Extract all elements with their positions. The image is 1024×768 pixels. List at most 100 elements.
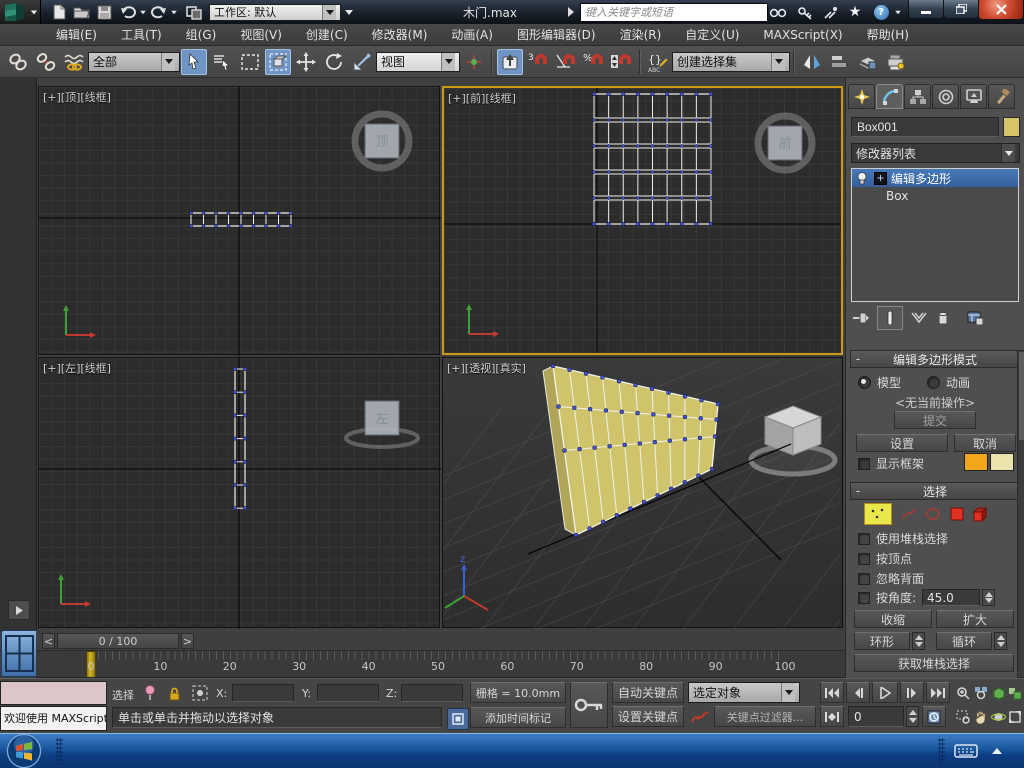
workspace-dropdown[interactable]: 工作区: 默认	[209, 3, 341, 21]
isolate-selection-icon[interactable]	[140, 683, 160, 703]
selection-set-dropdown[interactable]: 选定对象	[688, 682, 800, 703]
selection-set-arrow-icon[interactable]	[781, 683, 795, 702]
stack-item-box[interactable]: Box	[852, 187, 1018, 204]
save-file-button[interactable]	[93, 2, 116, 22]
x-field[interactable]	[232, 684, 294, 702]
workspace-switcher-icon[interactable]	[182, 2, 205, 22]
zoom-icon[interactable]	[954, 682, 971, 703]
percent-snap-icon[interactable]: %	[581, 49, 607, 75]
tab-utilities[interactable]	[988, 84, 1015, 109]
undo-history-arrow-icon[interactable]	[140, 10, 146, 14]
ring-spinner[interactable]	[912, 632, 925, 650]
time-prev-button[interactable]: <	[42, 633, 55, 649]
set-keys-button[interactable]	[570, 682, 608, 728]
search-input[interactable]	[580, 3, 768, 22]
viewport-layout-tabs-button[interactable]	[1, 630, 38, 677]
panel-scrollbar-thumb[interactable]	[1019, 352, 1024, 440]
pin-stack-icon[interactable]	[849, 307, 873, 329]
menu-modifiers[interactable]: 修改器(M)	[360, 24, 440, 46]
zoom-region-icon[interactable]	[954, 706, 971, 727]
panel-scrollbar[interactable]	[1017, 350, 1024, 678]
remove-modifier-icon[interactable]	[931, 307, 955, 329]
align-button[interactable]	[827, 49, 853, 75]
vertex-subobject-button[interactable]	[864, 503, 892, 525]
menu-maxscript[interactable]: MAXScript(X)	[751, 24, 854, 46]
time-slider-handle[interactable]: 0 / 100	[57, 633, 179, 649]
menu-edit[interactable]: 编辑(E)	[44, 24, 109, 46]
transform-gizmo-icon[interactable]	[190, 683, 210, 703]
viewport-left-label[interactable]: [+][左][线框]	[43, 360, 111, 376]
menu-animation[interactable]: 动画(A)	[439, 24, 505, 46]
go-to-end-button[interactable]	[926, 682, 950, 703]
select-object-button[interactable]	[181, 48, 207, 75]
zoom-all-icon[interactable]	[972, 682, 989, 703]
select-by-name-button[interactable]	[209, 49, 235, 75]
search-icon[interactable]	[766, 4, 790, 21]
model-radio[interactable]	[858, 376, 871, 389]
key-shortcuts-icon[interactable]	[794, 4, 816, 21]
show-end-result-icon[interactable]	[877, 306, 903, 330]
select-and-manipulate-icon[interactable]	[461, 49, 487, 75]
viewport-left[interactable]: [+][左][线框] 左	[38, 357, 441, 629]
menu-help[interactable]: 帮助(H)	[855, 24, 921, 46]
visibility-bulb-icon[interactable]	[854, 171, 870, 185]
render-setup-icon[interactable]	[883, 49, 909, 75]
shrink-button[interactable]: 收缩	[854, 610, 932, 628]
by-vertex-checkbox[interactable]	[858, 552, 870, 565]
next-frame-button[interactable]	[900, 682, 924, 703]
maxscript-mini-listener-pink[interactable]	[0, 681, 107, 705]
viewport-top[interactable]: [+][顶][线框] 顶	[38, 86, 441, 356]
y-field[interactable]	[317, 684, 379, 702]
language-keyboard-icon[interactable]	[952, 741, 980, 761]
current-frame-field[interactable]: 0	[848, 706, 904, 727]
viewport-front-label[interactable]: [+][前][线框]	[448, 90, 516, 106]
by-angle-spinner[interactable]	[982, 589, 996, 606]
menu-graph-editors[interactable]: 图形编辑器(D)	[505, 24, 608, 46]
workspace-dropdown-arrow-icon[interactable]	[322, 4, 336, 20]
undo-button[interactable]	[116, 2, 139, 22]
restore-button[interactable]	[943, 0, 979, 19]
cage-color-swatch[interactable]	[964, 453, 988, 471]
tray-show-hidden-icons[interactable]	[992, 748, 1002, 754]
expand-stack-icon[interactable]: +	[874, 171, 887, 185]
time-tag-icon[interactable]	[447, 708, 469, 730]
select-and-link-icon[interactable]	[5, 49, 31, 75]
time-next-button[interactable]: >	[181, 633, 194, 649]
orbit-icon[interactable]	[990, 706, 1007, 727]
reference-coordsys-arrow-icon[interactable]	[441, 52, 455, 71]
element-subobject-button[interactable]	[969, 504, 993, 524]
animate-radio[interactable]	[927, 376, 941, 389]
add-time-tag-button[interactable]: 添加时间标记	[470, 707, 566, 728]
object-color-swatch[interactable]	[1003, 117, 1020, 137]
loop-spinner[interactable]	[994, 632, 1007, 650]
viewport-top-label[interactable]: [+][顶][线框]	[43, 89, 111, 105]
rectangular-selection-region-button[interactable]	[237, 49, 263, 75]
track-bar[interactable]: 0 10 20 30 40 50 60 70 80 90 100	[36, 651, 845, 678]
rollout-selection-header[interactable]: - 选择	[850, 482, 1020, 500]
select-and-rotate-button[interactable]	[321, 49, 347, 75]
unlink-selection-icon[interactable]	[33, 49, 59, 75]
show-cage-checkbox[interactable]	[858, 457, 870, 470]
auto-key-button[interactable]: 自动关键点	[612, 682, 684, 703]
rollout-selection-collapse-icon[interactable]: -	[851, 484, 865, 498]
border-subobject-button[interactable]	[921, 504, 945, 524]
time-configuration-button[interactable]	[922, 706, 946, 727]
make-unique-icon[interactable]	[907, 307, 931, 329]
selection-filter-arrow-icon[interactable]	[161, 52, 175, 71]
bind-to-spacewarp-icon[interactable]	[61, 49, 87, 75]
key-filters-button[interactable]: 关键点过滤器...	[714, 706, 816, 727]
maxscript-mini-listener-white[interactable]: 欢迎使用 MAXScript	[0, 706, 107, 731]
ring-button[interactable]: 环形	[854, 632, 910, 650]
redo-history-arrow-icon[interactable]	[171, 10, 177, 14]
settings-button[interactable]: 设置	[856, 434, 948, 452]
layer-manager-icon[interactable]	[855, 49, 881, 75]
zoom-extents-all-icon[interactable]	[1006, 682, 1023, 703]
frame-spinner[interactable]	[906, 706, 919, 727]
tab-display[interactable]	[960, 84, 987, 109]
previous-frame-button[interactable]	[846, 682, 870, 703]
new-file-button[interactable]	[47, 2, 70, 22]
by-angle-field[interactable]: 45.0	[922, 589, 981, 606]
polygon-subobject-button[interactable]	[945, 504, 969, 524]
modifier-list-dropdown[interactable]: 修改器列表	[851, 143, 1020, 163]
cancel-button[interactable]: 取消	[954, 434, 1016, 452]
